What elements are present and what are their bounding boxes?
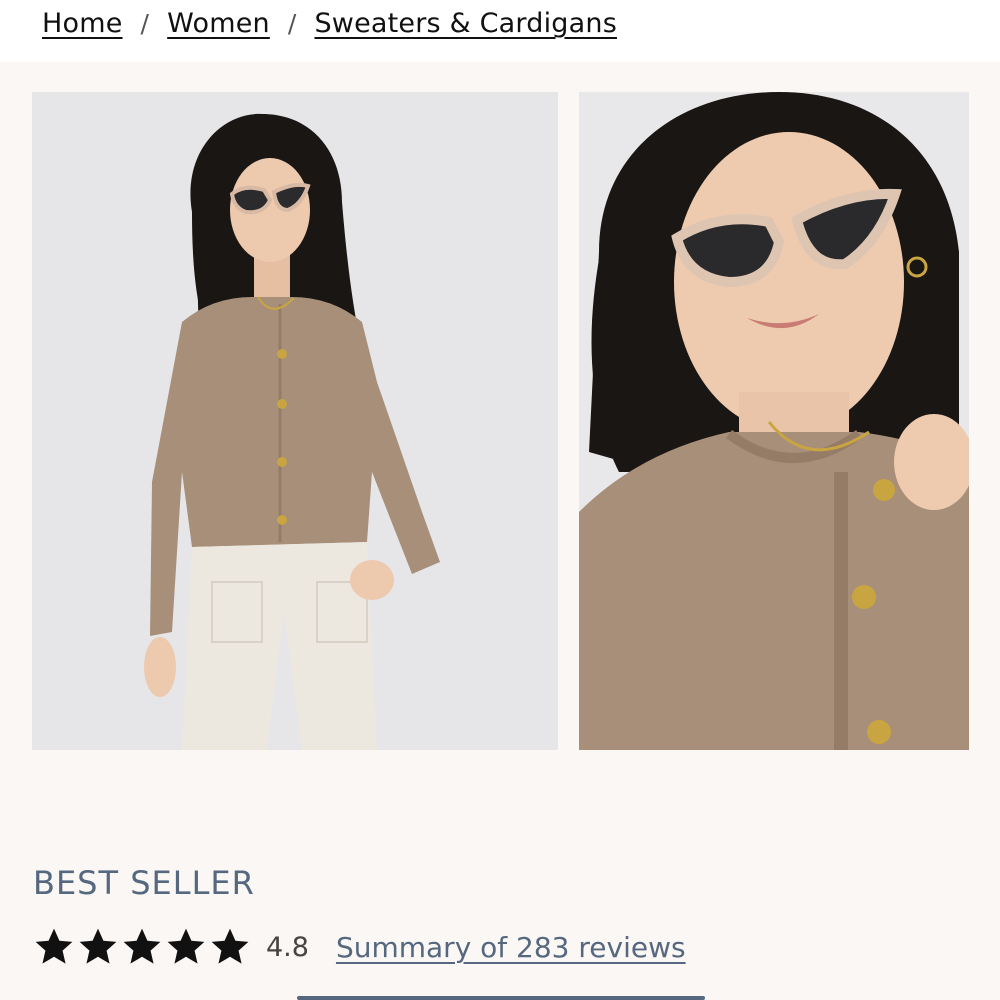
breadcrumb-sweaters-cardigans[interactable]: Sweaters & Cardigans xyxy=(314,8,617,39)
product-image-closeup[interactable] xyxy=(579,92,969,750)
breadcrumb-separator: / xyxy=(287,9,297,38)
star-icon xyxy=(35,928,73,964)
best-seller-badge: BEST SELLER xyxy=(33,864,255,902)
star-icon xyxy=(167,928,205,964)
breadcrumb: Home / Women / Sweaters & Cardigans xyxy=(42,8,617,39)
breadcrumb-separator: / xyxy=(140,9,150,38)
rating-summary: 4.8 Summary of 283 reviews xyxy=(33,924,686,970)
breadcrumb-women[interactable]: Women xyxy=(167,8,270,39)
product-photo-closeup-icon xyxy=(579,92,969,750)
top-bar: Home / Women / Sweaters & Cardigans xyxy=(0,0,1000,62)
add-to-bag-button-edge[interactable] xyxy=(297,996,705,1000)
star-icon xyxy=(79,928,117,964)
star-icon xyxy=(211,928,249,964)
product-image-main[interactable] xyxy=(32,92,558,750)
star-rating xyxy=(33,926,251,968)
star-icon xyxy=(123,928,161,964)
rating-value: 4.8 xyxy=(266,931,309,963)
breadcrumb-home[interactable]: Home xyxy=(42,8,123,39)
product-content: BEST SELLER 4.8 Summary of 283 reviews xyxy=(0,62,1000,1000)
product-photo-full-body-icon xyxy=(32,92,558,750)
reviews-summary-link[interactable]: Summary of 283 reviews xyxy=(336,931,686,964)
